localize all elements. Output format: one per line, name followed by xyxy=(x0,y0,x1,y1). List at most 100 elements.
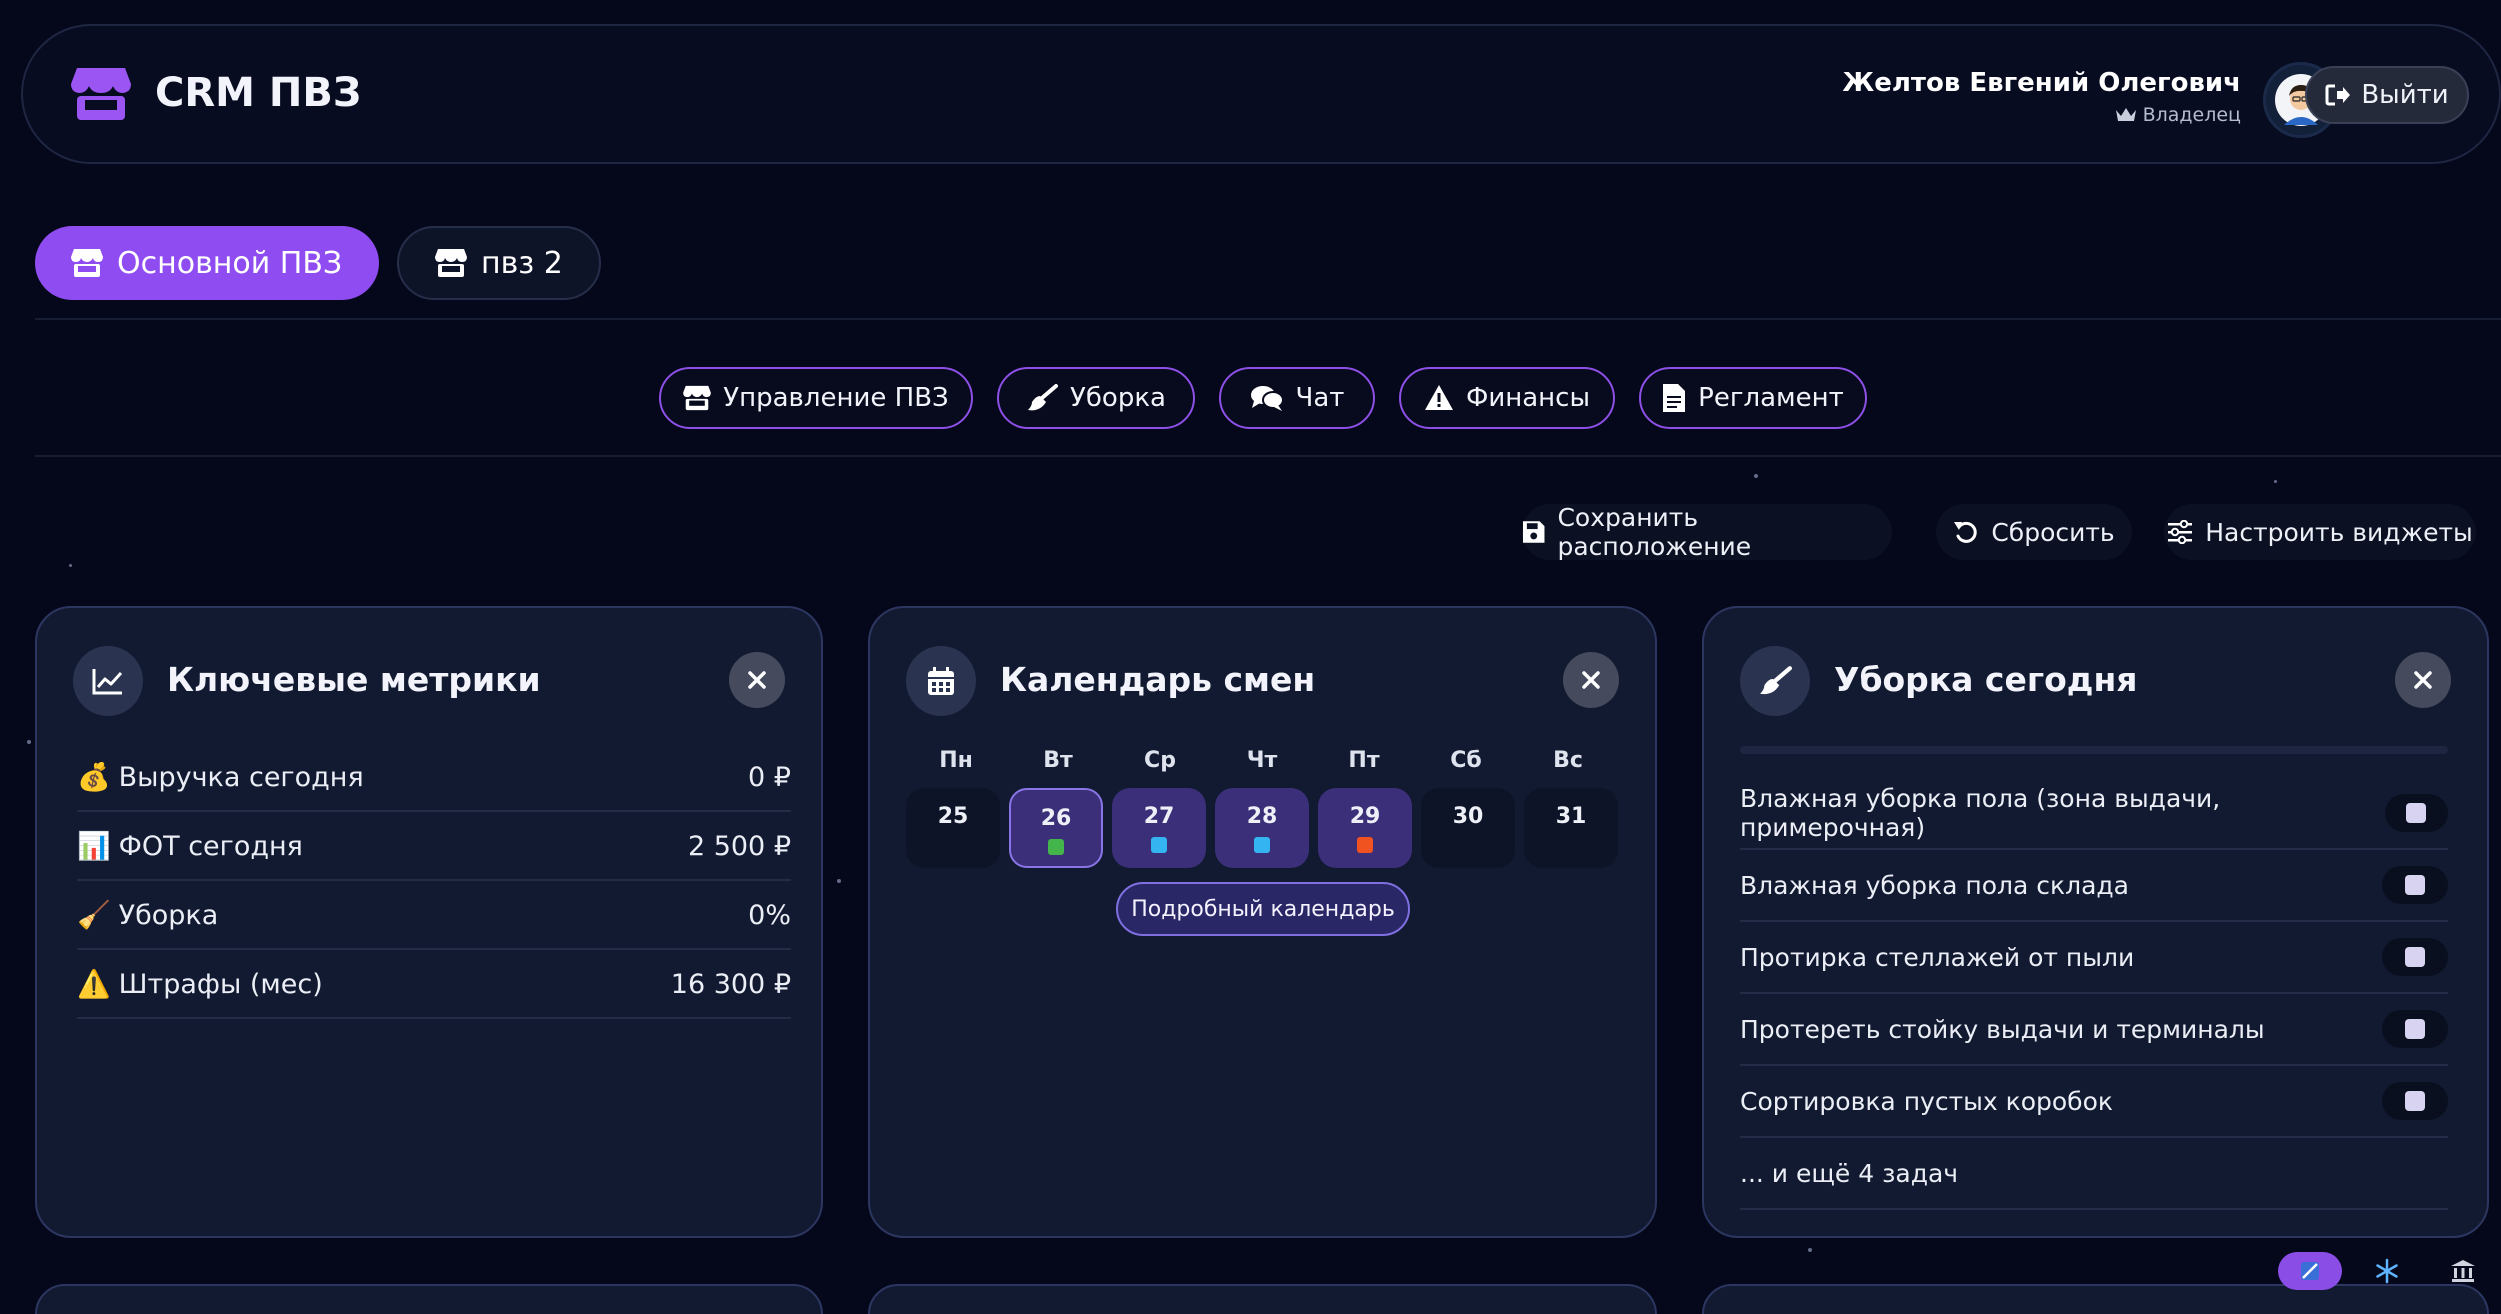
task-label: Влажная уборка пола склада xyxy=(1740,870,2130,900)
widget-shift-calendar: Календарь смен Пн Вт Ср Чт Пт Сб Вс 25 2… xyxy=(868,606,1657,1238)
sliders-icon xyxy=(2168,520,2193,544)
detailed-calendar-button[interactable]: Подробный календарь xyxy=(1116,882,1410,936)
metric-row: 📊 ФОТ сегодня 2 500 ₽ xyxy=(77,813,791,881)
task-label: Протереть стойку выдачи и терминалы xyxy=(1740,1014,2265,1044)
divider xyxy=(35,455,2501,457)
shift-indicator xyxy=(1254,837,1270,853)
pvz-tab-2[interactable]: пвз 2 xyxy=(397,226,601,300)
shift-indicator xyxy=(1048,839,1064,855)
background-star xyxy=(27,740,31,744)
calendar-day[interactable]: 31 xyxy=(1524,788,1618,868)
bar-chart-icon: 📊 xyxy=(77,831,111,862)
store-icon xyxy=(435,249,467,277)
calendar-day[interactable]: 28 xyxy=(1215,788,1309,868)
reset-layout-button[interactable]: Сбросить xyxy=(1936,504,2132,560)
background-star xyxy=(1754,474,1758,478)
metric-name: ФОТ сегодня xyxy=(118,830,303,862)
weekday-label: Ср xyxy=(1144,748,1176,773)
close-icon xyxy=(748,671,766,689)
widget-partial xyxy=(35,1284,823,1314)
pvz-tab-main-label: Основной ПВЗ xyxy=(117,245,343,281)
shift-indicator xyxy=(1151,837,1167,853)
pvz-tab-2-label: пвз 2 xyxy=(481,245,563,281)
weekday-label: Чт xyxy=(1246,748,1278,773)
task-checkbox[interactable] xyxy=(2384,794,2448,832)
nav-management-label: Управление ПВЗ xyxy=(723,383,949,413)
money-bag-icon: 💰 xyxy=(77,762,111,793)
chat-icon xyxy=(1250,386,1284,411)
metric-name: Штрафы (мес) xyxy=(118,968,323,1000)
background-star xyxy=(69,564,72,567)
calendar-day-number: 26 xyxy=(1040,806,1072,831)
user-name: Желтов Евгений Олегович xyxy=(1842,68,2241,98)
task-checkbox[interactable] xyxy=(2382,866,2448,904)
metric-row: 💰 Выручка сегодня 0 ₽ xyxy=(77,744,791,812)
store-logo-icon xyxy=(71,66,131,122)
metric-label: 🧹 Уборка xyxy=(77,899,218,932)
document-icon xyxy=(1663,384,1686,412)
calendar-day[interactable]: 25 xyxy=(906,788,1000,868)
nav-regulations[interactable]: Регламент xyxy=(1639,367,1867,429)
calendar-icon xyxy=(906,646,976,716)
task-checkbox[interactable] xyxy=(2382,938,2448,976)
calendar-day[interactable]: 30 xyxy=(1421,788,1515,868)
calendar-day[interactable]: 26 xyxy=(1009,788,1103,868)
broom-icon xyxy=(1740,646,1810,716)
widget-cleaning-today: Уборка сегодня Влажная уборка пола (зона… xyxy=(1702,606,2489,1238)
store-icon xyxy=(71,249,103,277)
user-role-label: Владелец xyxy=(2142,104,2241,126)
app-title: CRM ПВЗ xyxy=(155,70,362,116)
widget-title: Календарь смен xyxy=(1000,660,1316,699)
pvz-tab-main[interactable]: Основной ПВЗ xyxy=(35,226,379,300)
nav-finance[interactable]: Финансы xyxy=(1399,367,1615,429)
broom-icon: 🧹 xyxy=(77,900,111,931)
metric-value: 0 ₽ xyxy=(748,761,791,793)
task-checkbox[interactable] xyxy=(2382,1010,2448,1048)
nav-management[interactable]: Управление ПВЗ xyxy=(659,367,973,429)
task-label: Сортировка пустых коробок xyxy=(1740,1086,2113,1116)
task-checkbox[interactable] xyxy=(2382,1082,2448,1120)
warning-icon xyxy=(1424,385,1453,410)
task-row: Влажная уборка пола (зона выдачи, пример… xyxy=(1740,778,2448,850)
task-row: Протирка стеллажей от пыли xyxy=(1740,922,2448,994)
calendar-day-number: 25 xyxy=(937,804,969,829)
nav-regulations-label: Регламент xyxy=(1698,383,1844,413)
calendar-day[interactable]: 29 xyxy=(1318,788,1412,868)
weekday-label: Пн xyxy=(939,748,973,773)
logout-icon xyxy=(2325,84,2351,106)
more-tasks-row: ... и ещё 4 задач xyxy=(1740,1138,2448,1210)
nav-chat[interactable]: Чат xyxy=(1219,367,1375,429)
nav-chat-label: Чат xyxy=(1295,383,1345,413)
calendar-day-number: 27 xyxy=(1143,804,1175,829)
task-row: Сортировка пустых коробок xyxy=(1740,1066,2448,1138)
undo-icon xyxy=(1954,521,1978,543)
reset-layout-label: Сбросить xyxy=(1991,517,2115,547)
close-widget-button[interactable] xyxy=(1563,652,1619,708)
logout-button[interactable]: Выйти xyxy=(2305,66,2469,124)
calendar-day-number: 28 xyxy=(1246,804,1278,829)
app-header: CRM ПВЗ Желтов Евгений Олегович Владелец… xyxy=(21,24,2501,164)
close-widget-button[interactable] xyxy=(729,652,785,708)
save-layout-label: Сохранить расположение xyxy=(1557,503,1752,561)
calendar-day-number: 31 xyxy=(1555,804,1587,829)
classic-building-icon[interactable] xyxy=(2450,1258,2478,1286)
close-icon xyxy=(2414,671,2432,689)
progress-track xyxy=(1740,746,2448,754)
close-icon xyxy=(1582,671,1600,689)
nav-cleaning[interactable]: Уборка xyxy=(997,367,1195,429)
theme-toggle-active[interactable] xyxy=(2278,1252,2342,1290)
task-label: Влажная уборка пола (зона выдачи, пример… xyxy=(1740,784,2221,842)
snowflake-icon[interactable] xyxy=(2374,1258,2402,1286)
configure-widgets-button[interactable]: Настроить виджеты xyxy=(2164,504,2476,560)
widget-title: Ключевые метрики xyxy=(167,660,541,699)
metric-label: 📊 ФОТ сегодня xyxy=(77,830,303,863)
task-row: Протереть стойку выдачи и терминалы xyxy=(1740,994,2448,1066)
close-widget-button[interactable] xyxy=(2395,652,2451,708)
metric-row: ⚠️ Штрафы (мес) 16 300 ₽ xyxy=(77,951,791,1019)
weekday-label: Вт xyxy=(1043,748,1073,773)
save-layout-button[interactable]: Сохранить расположение xyxy=(1522,503,1892,561)
weekday-label: Пт xyxy=(1348,748,1380,773)
calendar-day[interactable]: 27 xyxy=(1112,788,1206,868)
weekday-label: Сб xyxy=(1450,748,1482,773)
divider xyxy=(35,318,2501,320)
